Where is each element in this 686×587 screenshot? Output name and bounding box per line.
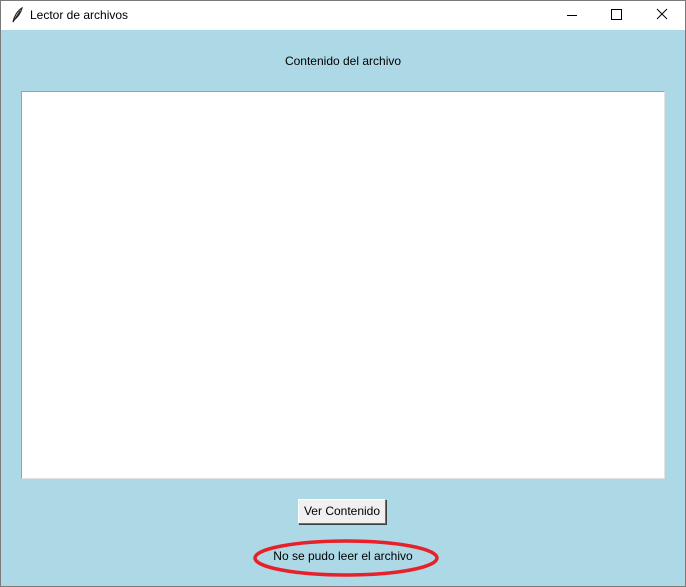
feather-icon — [10, 6, 24, 23]
ver-contenido-button[interactable]: Ver Contenido — [298, 499, 386, 524]
file-content-textarea[interactable] — [21, 91, 665, 479]
close-icon — [656, 8, 668, 20]
maximize-button[interactable] — [593, 1, 639, 30]
title-bar[interactable]: Lector de archivos — [1, 1, 685, 30]
content-label: Contenido del archivo — [284, 54, 402, 68]
status-message: No se pudo leer el archivo — [273, 549, 413, 563]
window-title: Lector de archivos — [30, 8, 129, 22]
minimize-button[interactable] — [549, 1, 595, 30]
minimize-icon — [567, 15, 577, 16]
app-window: Lector de archivos Contenido del archivo… — [0, 0, 686, 587]
maximize-icon — [611, 9, 622, 20]
close-button[interactable] — [639, 1, 685, 30]
